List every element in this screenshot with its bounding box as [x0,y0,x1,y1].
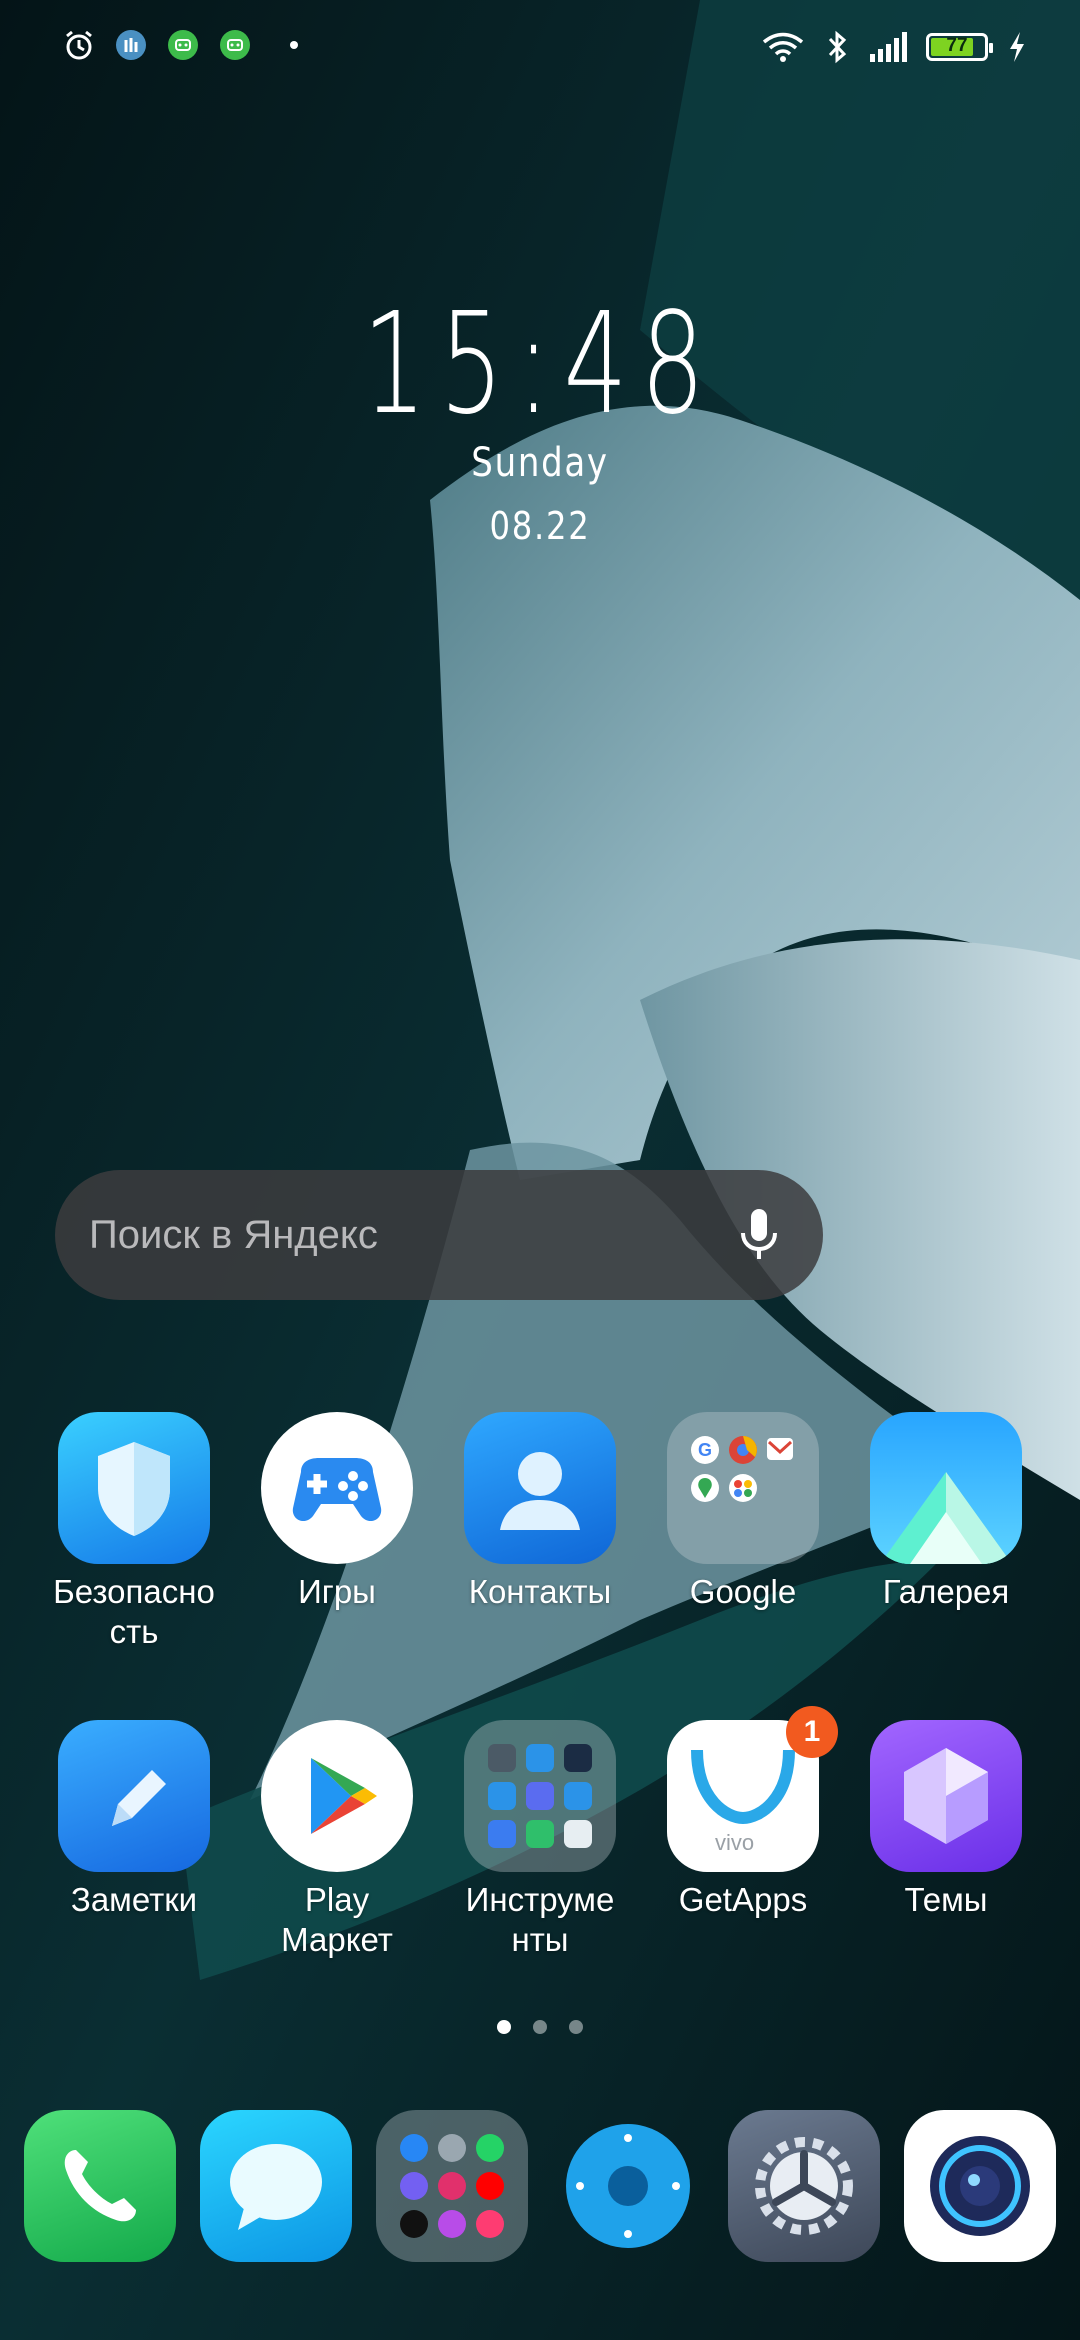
themes-icon [870,1720,1022,1872]
app-label: Безопасно сть [53,1573,215,1650]
wifi-icon [760,30,806,64]
google-folder-icon: G [667,1412,819,1564]
app-themes[interactable]: Темы [851,1720,1041,1920]
gamepad-icon [261,1412,413,1564]
app-contacts[interactable]: Контакты [445,1412,635,1612]
app-getapps[interactable]: vivo 1 GetApps [648,1706,838,1920]
dock [0,2110,1080,2262]
app-label: Инструме нты [465,1881,615,1958]
camera-icon [904,2110,1056,2262]
search-placeholder[interactable]: Поиск в Яндекс [89,1213,729,1258]
play-store-icon [261,1720,413,1872]
phone-icon [24,2110,176,2262]
page-dot-active[interactable] [497,2020,511,2034]
clock-date: 08.22 [489,504,591,548]
contacts-icon [464,1412,616,1564]
page-dot[interactable] [533,2020,547,2034]
folder-tools[interactable]: Инструме нты [445,1720,635,1960]
signal-icon [868,30,912,64]
battery-level: 77 [946,35,968,56]
notes-icon [58,1720,210,1872]
dock-camera[interactable] [885,2110,1075,2262]
page-dot[interactable] [569,2020,583,2034]
android-robot-icon [218,28,252,62]
folder-google[interactable]: G Google [648,1412,838,1612]
app-label: Заметки [70,1881,198,1918]
dock-social-folder[interactable] [357,2110,547,2262]
settings-icon [728,2110,880,2262]
dock-messages[interactable] [181,2110,371,2262]
app-row-1: Безопасно сть Игры Контакты G Google Гал… [0,1412,1080,1672]
social-folder-icon [376,2110,528,2262]
status-bar[interactable]: 77 [0,0,1080,100]
svg-text:vivo: vivo [715,1830,754,1855]
app-label: Контакты [468,1573,612,1610]
charging-icon [1006,30,1028,64]
app-label: Галерея [882,1573,1010,1610]
app-row-2: Заметки Play Маркет Инструме нты vivo 1 … [0,1706,1080,1980]
more-notifications-dot [290,41,298,49]
gallery-icon [870,1412,1022,1564]
app-label: Игры [298,1573,376,1610]
messages-icon [200,2110,352,2262]
page-indicator[interactable] [0,2020,1080,2034]
notification-badge: 1 [786,1706,838,1758]
svg-text:G: G [698,1440,712,1460]
browser-icon [552,2110,704,2262]
clock-widget[interactable]: 15:48 Sunday 08.22 [0,283,1080,549]
app-security[interactable]: Безопасно сть [39,1412,229,1652]
android-robot-icon [166,28,200,62]
network-app-icon [114,28,148,62]
app-gallery[interactable]: Галерея [851,1412,1041,1612]
dock-phone[interactable] [5,2110,195,2262]
app-play-market[interactable]: Play Маркет [242,1720,432,1960]
shield-icon [58,1412,210,1564]
alarm-icon [62,28,96,62]
app-label: Play Маркет [281,1881,393,1958]
dock-browser[interactable] [533,2110,723,2262]
bluetooth-icon [820,30,854,64]
clock-day: Sunday [471,440,609,486]
clock-time: 15:48 [362,283,718,446]
microphone-icon[interactable] [729,1205,789,1265]
tools-folder-icon [464,1720,616,1872]
battery-indicator: 77 [926,33,993,61]
dock-settings[interactable] [709,2110,899,2262]
app-label: GetApps [678,1881,808,1918]
app-games[interactable]: Игры [242,1412,432,1612]
app-notes[interactable]: Заметки [39,1720,229,1920]
app-label: Google [689,1573,797,1610]
yandex-search-bar[interactable]: Поиск в Яндекс [55,1170,823,1300]
app-label: Темы [904,1881,988,1918]
